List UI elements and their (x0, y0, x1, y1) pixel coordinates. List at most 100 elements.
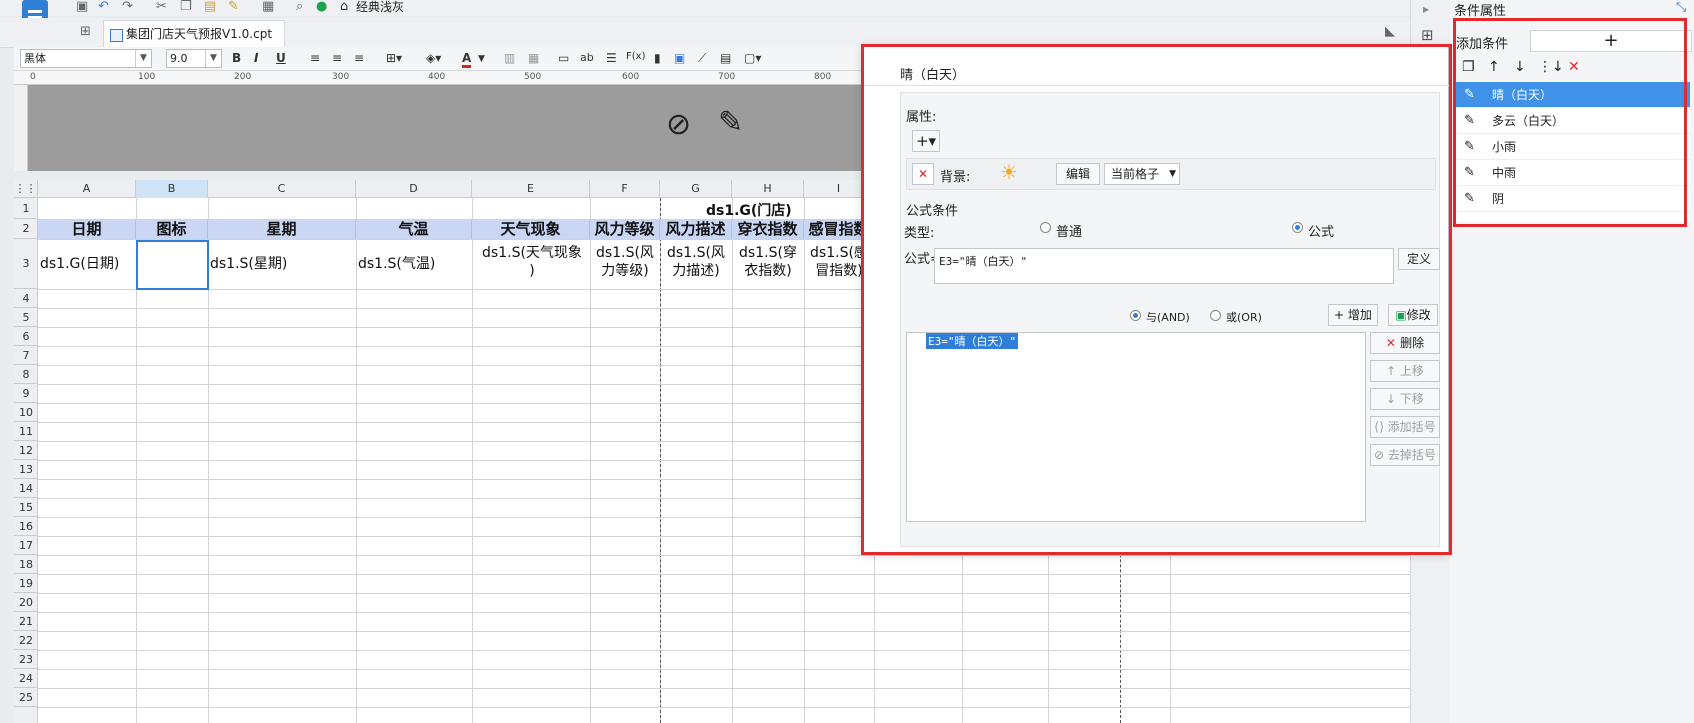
unmerge-icon[interactable]: ▦ (528, 51, 539, 65)
row-header[interactable]: 11 (14, 422, 38, 441)
text-icon[interactable]: ab (580, 51, 594, 64)
data-cell-weather[interactable]: ds1.S(天气现象 ) (474, 244, 590, 280)
save-icon[interactable]: ▣ (76, 0, 88, 14)
main-toolbar: ▣ ↶ ↷ ✂ ❐ ▤ ✎ ▦ ⌕ ● ⌂ 经典浅灰 (0, 0, 1410, 16)
rich-text-icon[interactable]: ☰ (606, 51, 617, 65)
row-header[interactable]: 14 (14, 479, 38, 498)
paste-icon[interactable]: ▤ (204, 0, 216, 14)
grid-icon[interactable]: ⊞ (80, 25, 91, 39)
slash-icon[interactable]: ⟋ (698, 51, 706, 66)
theme-label[interactable]: 经典浅灰 (356, 0, 404, 14)
copy-icon[interactable]: ❐ (180, 0, 192, 14)
collapse-icon[interactable]: ◣ (1385, 25, 1395, 39)
row-header[interactable]: 19 (14, 574, 38, 593)
row-header[interactable]: 6 (14, 327, 38, 346)
row-header[interactable]: 22 (14, 631, 38, 650)
row-header[interactable]: 5 (14, 308, 38, 327)
formula-icon[interactable]: F(x) (626, 51, 645, 62)
search-icon[interactable]: ⌕ (296, 0, 303, 14)
row-header[interactable]: 20 (14, 593, 38, 612)
row-header[interactable]: 15 (14, 498, 38, 517)
header-cell-temp[interactable]: 气温 (356, 220, 472, 239)
store-title-cell[interactable]: ds1.G(门店) (706, 200, 792, 220)
row-header[interactable]: 1 (14, 198, 38, 219)
font-value: 黑体 (24, 52, 46, 65)
data-cell-clothing[interactable]: ds1.S(穿 衣指数) (732, 244, 804, 280)
align-right-icon[interactable]: ≡ (354, 51, 364, 65)
column-header[interactable]: D (356, 180, 472, 198)
row-header[interactable]: 2 (14, 219, 38, 239)
align-left-icon[interactable]: ≡ (310, 51, 320, 65)
ruler-tick: 100 (138, 72, 156, 82)
row-header[interactable]: 21 (14, 612, 38, 631)
align-center-icon[interactable]: ≡ (332, 51, 342, 65)
row-header[interactable]: 13 (14, 460, 38, 479)
format-painter-icon[interactable]: ✎ (228, 0, 239, 14)
row-header[interactable]: 25 (14, 688, 38, 707)
select-all-corner[interactable]: ⋮⋮ (14, 180, 38, 198)
row-header[interactable]: 16 (14, 517, 38, 536)
data-cell-temp[interactable]: ds1.S(气温) (358, 253, 435, 273)
data-cell-wind-desc[interactable]: ds1.S(风 力描述) (660, 244, 732, 280)
header-cell-weekday[interactable]: 星期 (208, 220, 356, 239)
row-header[interactable]: 4 (14, 289, 38, 308)
column-header[interactable]: C (208, 180, 356, 198)
italic-icon[interactable]: I (254, 51, 258, 65)
resize-icon[interactable]: ⤡ (1676, 0, 1686, 15)
header-cell-date[interactable]: 日期 (38, 220, 136, 239)
row-header[interactable]: 3 (14, 239, 38, 289)
insert-data-icon[interactable]: ▭ (558, 51, 569, 65)
chart-icon[interactable]: ▮ (654, 51, 661, 65)
pencil-icon[interactable]: ✎ (718, 105, 743, 140)
font-color-icon[interactable]: A (462, 51, 472, 68)
highlight-box (1453, 18, 1687, 227)
row-header[interactable]: 18 (14, 555, 38, 574)
cell-attr-icon[interactable]: ⊞ (1421, 26, 1434, 44)
data-cell-wind-level[interactable]: ds1.S(风 力等级) (590, 244, 660, 280)
column-header[interactable]: B (136, 180, 208, 198)
header-cell-icon[interactable]: 图标 (136, 220, 208, 239)
row-header[interactable]: 10 (14, 403, 38, 422)
theme-icon[interactable]: ⌂ (340, 0, 348, 14)
subreport-icon[interactable]: ▤ (720, 51, 731, 65)
bold-icon[interactable]: B (232, 51, 241, 65)
font-size-select[interactable]: 9.0 ▼ (166, 49, 222, 68)
column-header[interactable]: E (472, 180, 590, 198)
border-icon[interactable]: ⊞▾ (386, 51, 402, 65)
file-tab[interactable]: 集团门店天气预报V1.0.cpt (103, 20, 286, 48)
row-header[interactable]: 7 (14, 346, 38, 365)
underline-icon[interactable]: U (276, 51, 286, 65)
header-cell-wind-desc[interactable]: 风力描述 (660, 220, 732, 239)
column-header[interactable]: G (660, 180, 732, 198)
column-header[interactable]: F (590, 180, 660, 198)
header-cell-weather[interactable]: 天气现象 (472, 220, 590, 239)
widget-icon[interactable]: ▢▾ (744, 51, 761, 65)
merge-icon[interactable]: ▥ (504, 51, 515, 65)
column-header[interactable]: A (38, 180, 136, 198)
redo-icon[interactable]: ↷ (122, 0, 133, 14)
cut-icon[interactable]: ✂ (156, 0, 167, 14)
row-header[interactable]: 9 (14, 384, 38, 403)
chevron-down-icon[interactable]: ▼ (478, 54, 485, 64)
ruler-tick: 600 (622, 72, 640, 82)
data-cell-weekday[interactable]: ds1.S(星期) (210, 253, 287, 273)
header-cell-clothing[interactable]: 穿衣指数 (732, 220, 804, 239)
data-cell-date[interactable]: ds1.G(日期) (40, 253, 119, 273)
row-header[interactable]: 12 (14, 441, 38, 460)
column-header[interactable]: H (732, 180, 804, 198)
preview-icon[interactable]: ▦ (262, 0, 274, 14)
fill-color-icon[interactable]: ◈▾ (426, 51, 441, 65)
font-size-value: 9.0 (170, 52, 188, 65)
row-header[interactable]: 17 (14, 536, 38, 555)
row-header[interactable]: 24 (14, 669, 38, 688)
image-icon[interactable]: ▣ (674, 51, 685, 65)
check-icon[interactable]: ● (316, 0, 327, 14)
row-header[interactable]: 8 (14, 365, 38, 384)
undo-icon[interactable]: ↶ (98, 0, 109, 14)
expand-icon[interactable]: ▸ (1423, 2, 1429, 16)
header-cell-wind-level[interactable]: 风力等级 (590, 220, 660, 239)
font-select[interactable]: 黑体 ▼ (20, 49, 152, 68)
hidden-eye-icon[interactable]: ⊘ (666, 107, 691, 142)
selected-cell[interactable] (136, 240, 209, 290)
row-header[interactable]: 23 (14, 650, 38, 669)
